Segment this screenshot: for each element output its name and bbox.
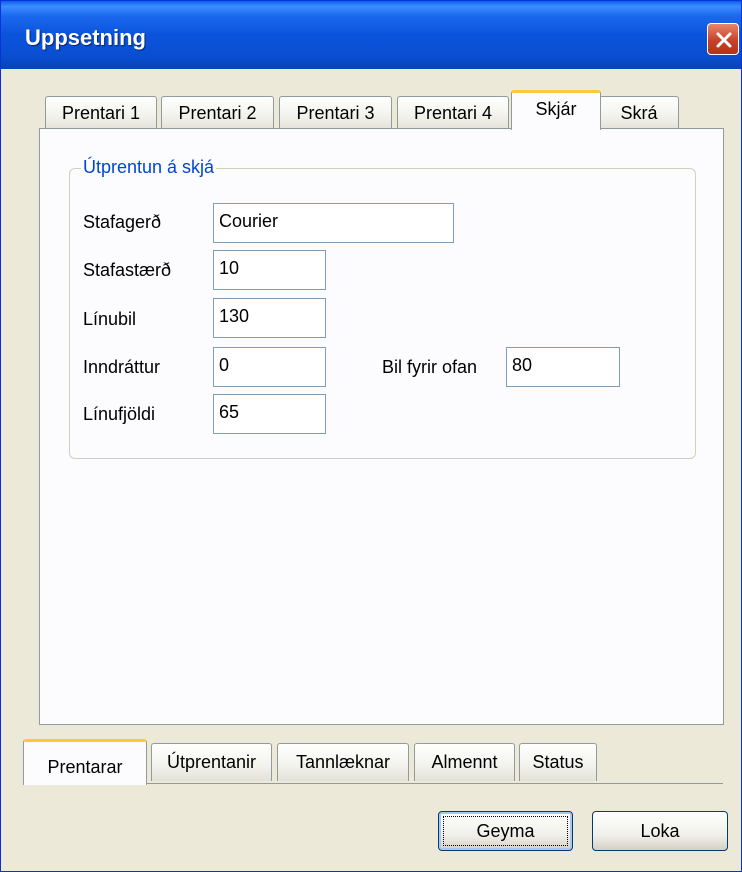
stafagerd-input[interactable]: Courier [213, 203, 454, 243]
stafastaerd-input[interactable]: 10 [213, 250, 326, 290]
label-stafagerd: Stafagerð [83, 212, 162, 232]
inndrattur-input[interactable]: 0 [213, 347, 326, 387]
group-legend: Útprentun á skjá [81, 157, 217, 178]
label-bil-fyrir-ofan: Bil fyrir ofan [382, 357, 478, 377]
tab-prentarar[interactable]: Prentarar [23, 739, 147, 785]
bil-fyrir-ofan-input[interactable]: 80 [506, 347, 620, 387]
tab-status[interactable]: Status [519, 743, 597, 781]
close-button[interactable]: Loka [592, 811, 728, 851]
settings-dialog: Uppsetning Prentari 1 Prentari 2 Prentar… [0, 0, 742, 872]
tab-skjar[interactable]: Skjár [511, 90, 601, 130]
tab-prentari-2[interactable]: Prentari 2 [161, 96, 274, 129]
linubil-input[interactable]: 130 [213, 298, 326, 338]
tab-prentari-4[interactable]: Prentari 4 [397, 96, 509, 129]
label-inndrattur: Inndráttur [83, 357, 161, 377]
tab-prentari-1[interactable]: Prentari 1 [45, 96, 157, 129]
window-title: Uppsetning [25, 25, 146, 50]
tab-skra[interactable]: Skrá [599, 96, 679, 129]
tab-almennt[interactable]: Almennt [414, 743, 515, 781]
label-linubil: Línubil [83, 309, 137, 329]
close-icon [716, 32, 732, 48]
tab-prentari-3[interactable]: Prentari 3 [279, 96, 392, 129]
save-button[interactable]: Geyma [438, 811, 573, 851]
tab-utprentanir[interactable]: Útprentanir [151, 743, 272, 781]
close-button-label: Loka [640, 821, 680, 841]
close-window-button[interactable] [707, 23, 739, 55]
label-linufjoldi: Línufjöldi [83, 404, 156, 424]
focus-ring [443, 816, 568, 846]
title-bar[interactable]: Uppsetning [1, 1, 741, 69]
label-stafastaerd: Stafastærð [83, 260, 172, 280]
tab-tannlaeknar[interactable]: Tannlæknar [277, 743, 409, 781]
linufjoldi-input[interactable]: 65 [213, 394, 326, 434]
